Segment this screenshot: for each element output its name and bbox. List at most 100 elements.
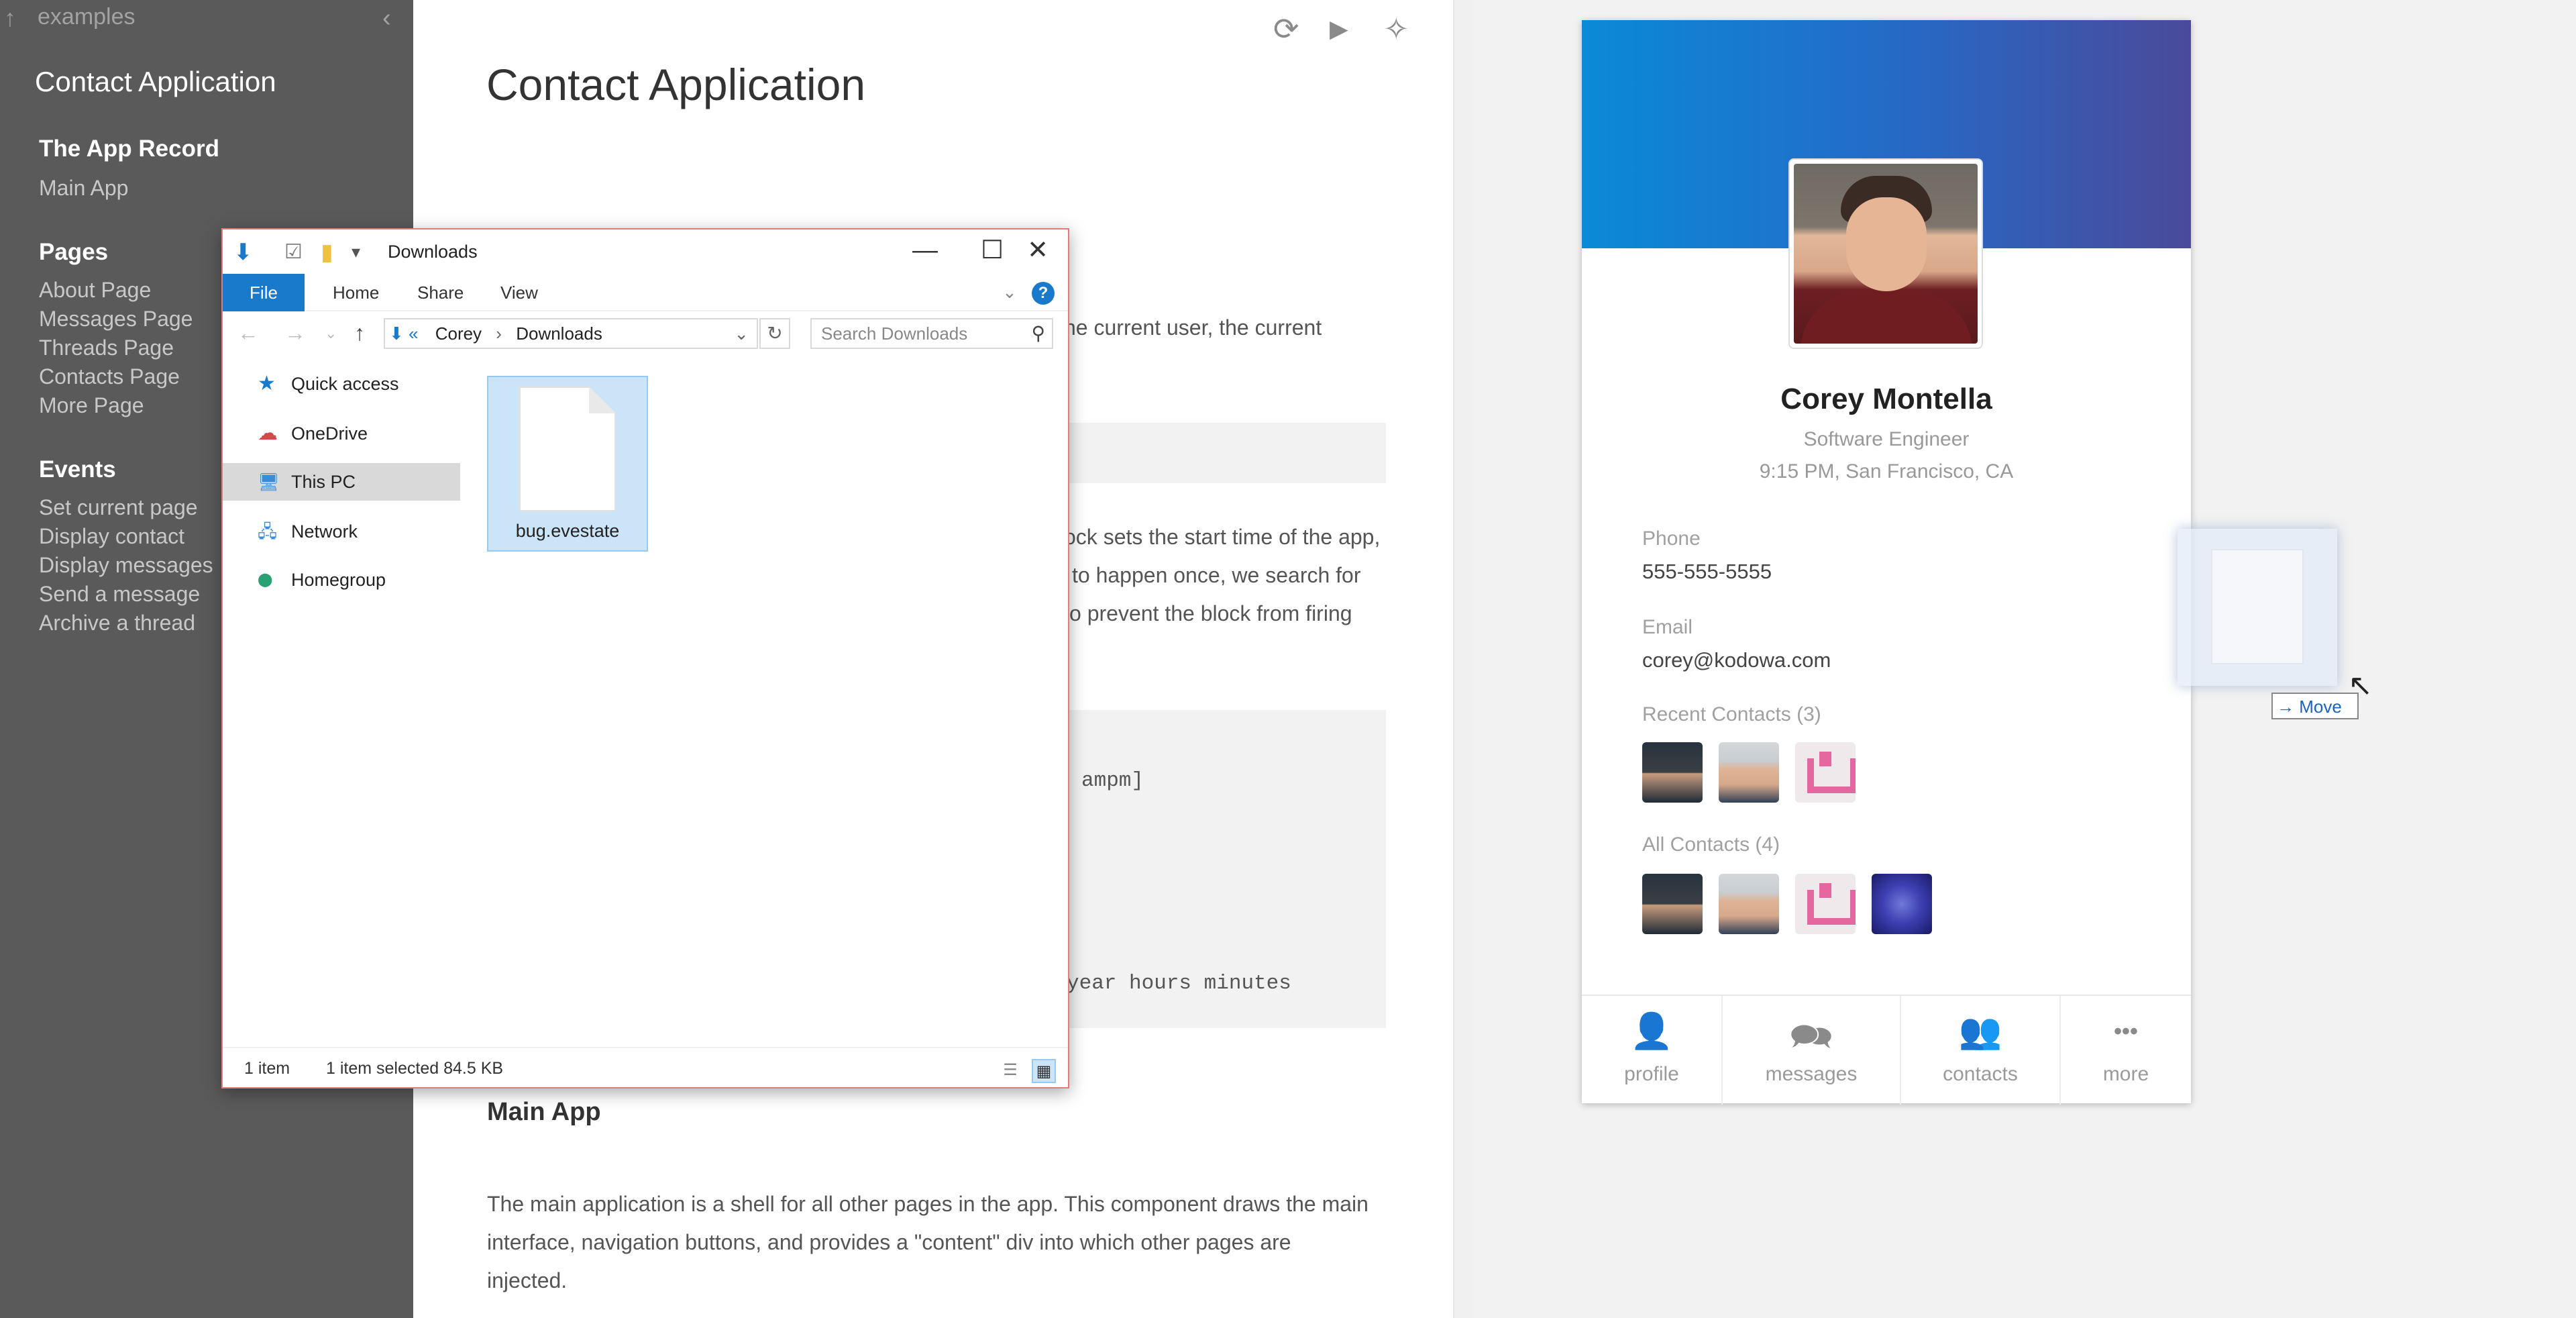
contact-app-preview: Corey Montella Software Engineer 9:15 PM… [1582, 20, 2191, 1105]
collapse-sidebar-icon[interactable]: ‹ [382, 4, 391, 33]
tree-item-homegroup[interactable]: ⬤ Homegroup [223, 561, 460, 599]
ribbon-tab-view[interactable]: View [491, 274, 547, 311]
selection-info: 1 item selected 84.5 KB [326, 1059, 504, 1078]
explorer-titlebar[interactable]: ⬇ ☑ ▮ ▾ Downloads — ☐ ✕ [223, 230, 1068, 274]
status-bar: 1 item 1 item selected 84.5 KB ☰ ▦ [223, 1047, 1068, 1087]
phone-value[interactable]: 555-555-5555 [1642, 560, 1772, 584]
profile-name: Corey Montella [1780, 383, 1992, 415]
up-arrow-icon[interactable]: ↑ [4, 4, 16, 32]
homegroup-icon: ⬤ [258, 572, 273, 587]
recent-locations-icon[interactable]: ⌄ [325, 325, 337, 342]
tab-label: messages [1765, 1063, 1858, 1085]
doc-paragraph-line: he current user, the current [1064, 315, 1322, 340]
properties-icon[interactable]: ☑ [284, 240, 303, 264]
tab-contacts[interactable]: 👥 contacts [1901, 996, 2059, 1105]
item-count: 1 item [244, 1059, 290, 1078]
page-title: Contact Application [486, 60, 866, 109]
contacts-icon: 👥 [1958, 1012, 2002, 1051]
address-prefix: ⬇ « [389, 323, 419, 344]
address-bar[interactable]: ⬇ « Corey › Downloads ⌄ [384, 318, 758, 349]
tab-label: contacts [1943, 1063, 2018, 1085]
contact-avatar[interactable] [1795, 742, 1856, 803]
mouse-cursor-icon: ↖ [2348, 669, 2373, 702]
ribbon-tab-home[interactable]: Home [323, 274, 388, 311]
tab-label: profile [1624, 1063, 1679, 1085]
sidebar-link[interactable]: Threads Page [39, 336, 174, 360]
close-icon[interactable]: ✕ [1008, 234, 1068, 270]
sidebar-link[interactable]: Messages Page [39, 307, 193, 332]
sidebar-title[interactable]: Contact Application [35, 66, 276, 98]
contact-avatar[interactable] [1642, 874, 1703, 934]
tab-label: more [2102, 1063, 2149, 1085]
search-icon[interactable]: ⚲ [1031, 319, 1045, 348]
sidebar-link[interactable]: Send a message [39, 582, 200, 607]
explorer-navbar: ← → ⌄ ↑ ⬇ « Corey › Downloads ⌄ ↻ Search… [223, 311, 1068, 356]
help-icon[interactable]: ? [1032, 282, 1055, 305]
tree-item-network[interactable]: 🖧 Network [223, 513, 460, 550]
navigation-pane: ★ Quick access ☁ OneDrive 🖥 This PC 🖧 Ne… [223, 356, 460, 1040]
breadcrumb-downloads[interactable]: Downloads [516, 323, 602, 344]
contact-avatar[interactable] [1795, 874, 1856, 934]
file-item[interactable]: bug.evestate [487, 376, 648, 552]
file-name: bug.evestate [515, 521, 620, 541]
search-placeholder: Search Downloads [821, 323, 968, 344]
doc-paragraph-line: ock sets the start time of the app, [1064, 525, 1381, 549]
profile-avatar[interactable] [1788, 158, 1983, 349]
tab-messages[interactable]: 🗪 messages [1723, 996, 1900, 1105]
breadcrumb-corey[interactable]: Corey [435, 323, 482, 344]
run-icon[interactable]: ▶ [1330, 15, 1348, 43]
contact-avatar[interactable] [1642, 742, 1703, 803]
sidebar-section-heading[interactable]: Events [39, 456, 116, 483]
tab-profile[interactable]: 👤 profile [1582, 996, 1721, 1105]
sidebar-link[interactable]: About Page [39, 278, 151, 303]
tree-item-label: Network [291, 521, 358, 542]
file-explorer-window[interactable]: ⬇ ☑ ▮ ▾ Downloads — ☐ ✕ File Home Share … [221, 228, 1069, 1088]
forward-arrow-icon[interactable]: → [284, 321, 306, 346]
details-view-icon[interactable]: ☰ [998, 1059, 1022, 1083]
quick-access-dropdown-icon[interactable]: ▾ [352, 242, 360, 262]
messages-icon: 🗪 [1789, 1017, 1833, 1056]
large-icons-view-icon[interactable]: ▦ [1032, 1059, 1056, 1083]
sidebar-link[interactable]: Display messages [39, 553, 213, 578]
back-arrow-icon[interactable]: ← [237, 321, 259, 346]
contact-avatar[interactable] [1719, 742, 1779, 803]
sidebar-link[interactable]: Set current page [39, 495, 198, 520]
contact-avatar[interactable] [1872, 874, 1932, 934]
magic-wand-icon[interactable]: ✧ [1383, 11, 1409, 47]
refresh-icon[interactable]: ⟳ [1273, 11, 1299, 47]
sidebar-link[interactable]: Archive a thread [39, 611, 195, 636]
ribbon-tab-file[interactable]: File [223, 274, 305, 311]
address-dropdown-icon[interactable]: ⌄ [734, 319, 749, 348]
minimize-icon[interactable]: — [895, 234, 955, 270]
onedrive-icon: ☁ [258, 422, 278, 444]
tree-item-label: Homegroup [291, 570, 386, 590]
sidebar-section-heading[interactable]: The App Record [39, 136, 219, 162]
tree-item-onedrive[interactable]: ☁ OneDrive [223, 415, 460, 452]
expand-ribbon-icon[interactable]: ⌄ [1002, 282, 1017, 303]
sidebar-link[interactable]: Display contact [39, 524, 184, 549]
email-label: Email [1642, 616, 1693, 638]
breadcrumb[interactable]: examples [38, 4, 136, 30]
download-arrow-icon[interactable]: ⬇ [233, 239, 253, 266]
sidebar-link[interactable]: More Page [39, 393, 144, 418]
sidebar-link[interactable]: Contacts Page [39, 364, 180, 389]
tab-more[interactable]: ••• more [2061, 996, 2191, 1105]
doc-scrollbar[interactable] [1453, 0, 1473, 1318]
search-input[interactable]: Search Downloads ⚲ [810, 318, 1053, 349]
sidebar-link[interactable]: Main App [39, 176, 128, 201]
doc-paragraph-line: to happen once, we search for [1072, 563, 1361, 587]
ribbon-tab-share[interactable]: Share [408, 274, 473, 311]
contact-avatar[interactable] [1719, 874, 1779, 934]
folder-icon[interactable]: ▮ [321, 239, 333, 266]
tree-item-label: Quick access [291, 374, 399, 394]
tree-item-quick-access[interactable]: ★ Quick access [223, 365, 460, 403]
bottom-tab-bar: 👤 profile 🗪 messages 👥 contacts ••• more [1582, 995, 2191, 1105]
all-contacts-label: All Contacts (4) [1642, 833, 1780, 856]
breadcrumb-separator: › [496, 323, 502, 344]
sidebar-section-heading[interactable]: Pages [39, 239, 108, 266]
sidebar-header: ↑ examples ‹ [0, 0, 413, 38]
refresh-button[interactable]: ↻ [759, 318, 790, 349]
email-value[interactable]: corey@kodowa.com [1642, 648, 1831, 672]
tree-item-this-pc[interactable]: 🖥 This PC [223, 463, 460, 501]
up-folder-icon[interactable]: ↑ [354, 321, 365, 346]
